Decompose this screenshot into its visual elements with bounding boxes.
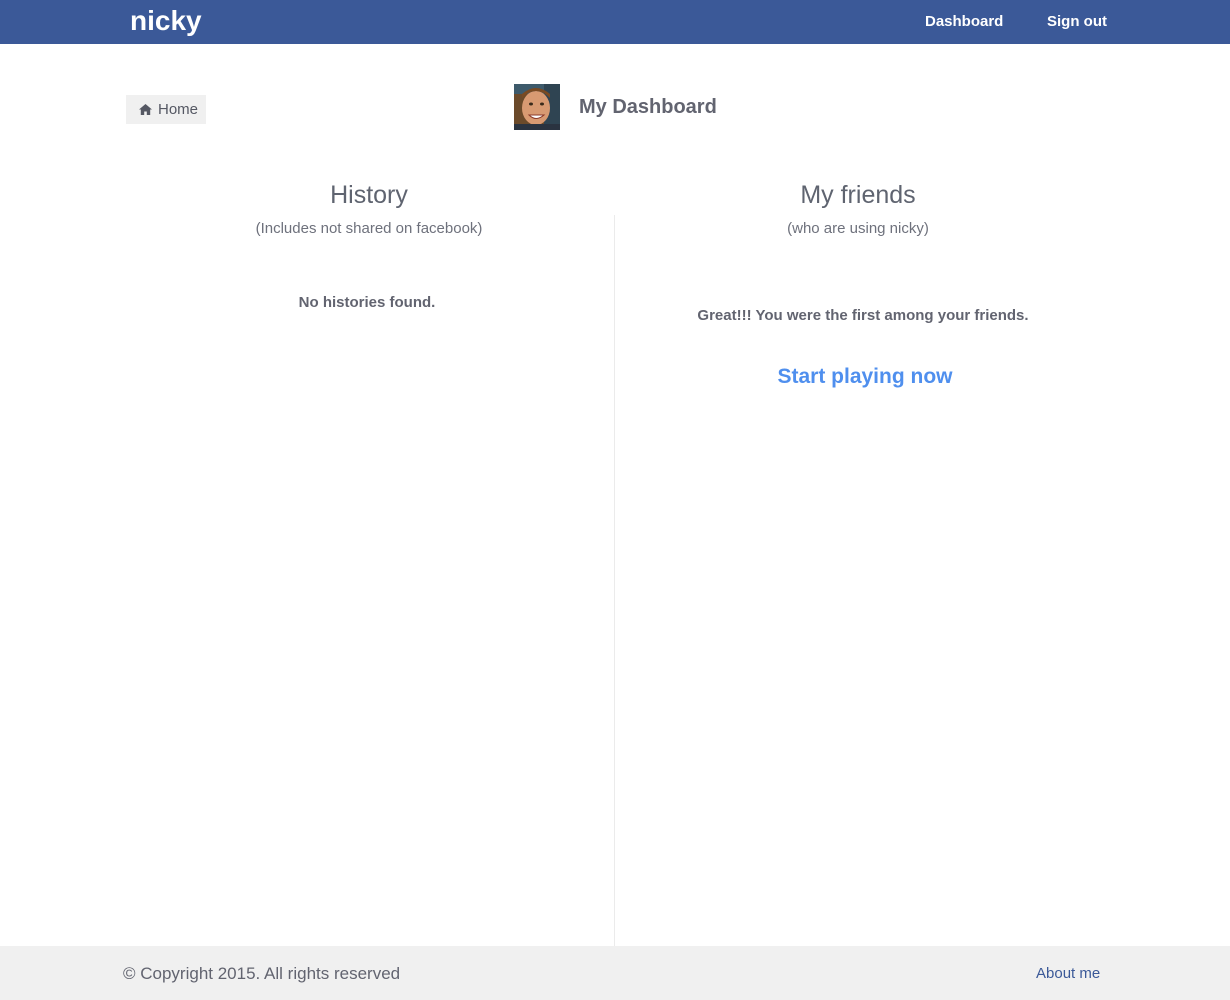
nav-sign-out-link[interactable]: Sign out [1047,13,1107,31]
history-subheading: (Includes not shared on facebook) [255,220,483,237]
start-playing-link[interactable]: Start playing now [622,365,1108,389]
history-empty-message: No histories found. [298,294,436,311]
nav-dashboard-link[interactable]: Dashboard [925,13,1003,31]
home-icon [139,104,152,115]
history-heading: History [330,181,408,209]
copyright-text: © Copyright 2015. All rights reserved [123,964,401,983]
brand-logo[interactable]: nicky [130,4,202,38]
breadcrumb-home[interactable]: Home [126,95,206,124]
page-title: My Dashboard [579,96,717,118]
friends-heading: My friends [800,181,916,209]
column-divider [614,215,615,946]
breadcrumb-home-label: Home [158,101,199,118]
about-me-link[interactable]: About me [1036,965,1100,983]
friends-empty-message: Great!!! You were the first among your f… [697,307,1029,324]
friends-subheading: (who are using nicky) [787,220,929,237]
top-navbar: nicky Dashboard Sign out [0,0,1230,44]
avatar [514,84,560,130]
footer: © Copyright 2015. All rights reserved Ab… [0,946,1230,1000]
